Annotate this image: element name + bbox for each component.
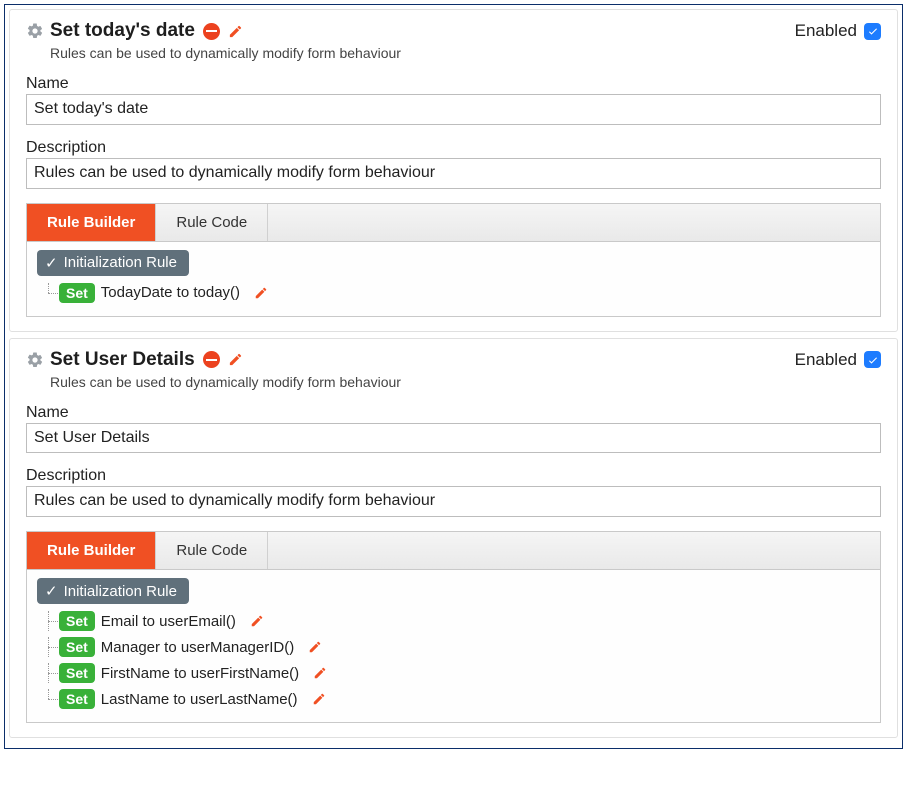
name-label: Name [26,75,881,93]
check-icon: ✓ [45,254,58,272]
tab-rule-builder[interactable]: Rule Builder [27,532,156,569]
tree-connector-icon [37,689,59,709]
set-badge: Set [59,663,95,683]
gear-icon [26,22,44,40]
gear-icon [26,351,44,369]
tabs: Rule Builder Rule Code [26,203,881,241]
init-rule-label: Initialization Rule [64,254,177,271]
name-field-group: Name [26,75,881,125]
rule-text: Manager to userManagerID() [101,639,294,656]
name-label: Name [26,404,881,422]
rule-tree: Set TodayDate to today() [37,280,870,306]
description-label: Description [26,467,881,485]
description-input[interactable] [26,486,881,517]
rule-text: FirstName to userFirstName() [101,665,299,682]
rule-text: LastName to userLastName() [101,691,298,708]
description-label: Description [26,139,881,157]
set-badge: Set [59,637,95,657]
set-badge: Set [59,283,95,303]
enabled-label: Enabled [795,21,857,41]
init-rule-chip[interactable]: ✓ Initialization Rule [37,578,189,604]
rule-line: Set LastName to userLastName() [37,686,870,712]
minus-icon [203,23,220,40]
name-input[interactable] [26,94,881,125]
rule-card: Set today's date Enabled Rules can be us… [9,9,898,332]
enabled-checkbox[interactable] [864,351,881,368]
description-input[interactable] [26,158,881,189]
enabled-checkbox[interactable] [864,23,881,40]
description-field-group: Description [26,139,881,189]
card-header: Set today's date Enabled [26,20,881,42]
rule-tree: Set Email to userEmail() Set Manager to … [37,608,870,712]
edit-line-button[interactable] [254,286,268,300]
edit-line-button[interactable] [250,614,264,628]
enabled-label: Enabled [795,350,857,370]
edit-line-button[interactable] [308,640,322,654]
remove-rule-button[interactable] [203,351,220,368]
rule-card: Set User Details Enabled Rules can be us… [9,338,898,739]
rule-subtitle: Rules can be used to dynamically modify … [50,374,881,390]
card-header: Set User Details Enabled [26,349,881,371]
rule-line: Set FirstName to userFirstName() [37,660,870,686]
rule-title: Set today's date [50,20,195,42]
rule-line: Set TodayDate to today() [37,280,870,306]
tree-connector-icon [37,637,59,657]
rule-body: ✓ Initialization Rule Set Email to userE… [26,569,881,723]
rule-line: Set Email to userEmail() [37,608,870,634]
edit-rule-button[interactable] [228,352,243,367]
tree-connector-icon [37,663,59,683]
tab-rule-code[interactable]: Rule Code [156,532,268,569]
set-badge: Set [59,611,95,631]
remove-rule-button[interactable] [203,23,220,40]
init-rule-label: Initialization Rule [64,583,177,600]
rule-text: Email to userEmail() [101,613,236,630]
rule-body: ✓ Initialization Rule Set TodayDate to t… [26,241,881,317]
minus-icon [203,351,220,368]
rule-line: Set Manager to userManagerID() [37,634,870,660]
name-input[interactable] [26,423,881,454]
init-rule-chip[interactable]: ✓ Initialization Rule [37,250,189,276]
tab-rule-code[interactable]: Rule Code [156,204,268,241]
edit-rule-button[interactable] [228,24,243,39]
tabs: Rule Builder Rule Code [26,531,881,569]
rule-text: TodayDate to today() [101,284,240,301]
tree-connector-icon [37,283,59,303]
name-field-group: Name [26,404,881,454]
rule-title: Set User Details [50,349,195,371]
check-icon: ✓ [45,582,58,600]
set-badge: Set [59,689,95,709]
tree-connector-icon [37,611,59,631]
description-field-group: Description [26,467,881,517]
tab-rule-builder[interactable]: Rule Builder [27,204,156,241]
edit-line-button[interactable] [313,666,327,680]
rule-subtitle: Rules can be used to dynamically modify … [50,45,881,61]
edit-line-button[interactable] [312,692,326,706]
app-frame: Set today's date Enabled Rules can be us… [4,4,903,749]
